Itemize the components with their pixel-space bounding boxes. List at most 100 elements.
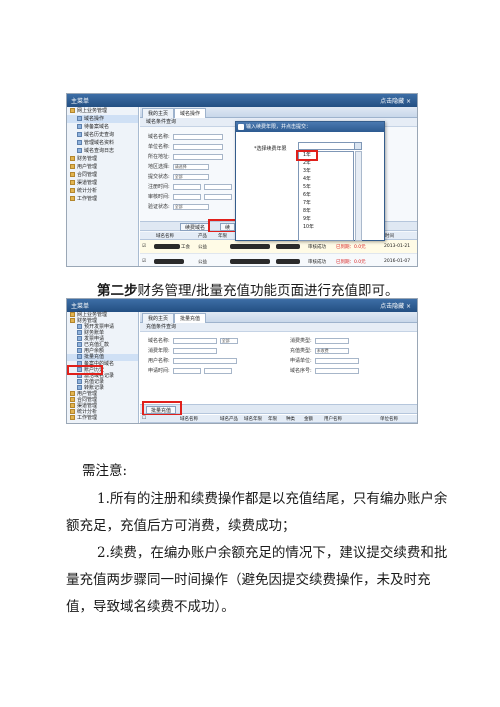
highlight-box bbox=[296, 150, 318, 161]
page-icon bbox=[77, 336, 82, 341]
redacted-mark bbox=[276, 244, 300, 249]
option-3[interactable]: 3年 bbox=[299, 168, 353, 176]
tree-item-channel[interactable]: 渠道管理 bbox=[67, 179, 138, 187]
filter-user: 用户名称: bbox=[148, 357, 237, 364]
renew-years-dialog: 输入续费年限，并点击提交： *选择续费年限 1年 2年 3年 4年 5年 6年 … bbox=[235, 121, 385, 241]
tree-item-work[interactable]: 工作管理 bbox=[67, 195, 138, 203]
filter-submit-status: 提交状态: 全部 bbox=[148, 173, 209, 180]
region-select[interactable]: 请选择 bbox=[172, 163, 209, 170]
filter-domain-no: 域名序号: bbox=[290, 367, 359, 374]
filter-unit: 单位名称: bbox=[148, 143, 223, 150]
table-row[interactable]: ☑ 公益 审核成功 已到期：0.0元 2016-01-07 bbox=[140, 255, 417, 266]
option-10[interactable]: 10年 bbox=[299, 224, 353, 232]
filter-domain: 域名名称: bbox=[148, 133, 223, 140]
sidebar-tree: 网上业务管理 域名操作 待备案域名 域名历史查询 管理域名资料 域名查询日志 财… bbox=[67, 107, 139, 266]
redacted-mark bbox=[230, 244, 270, 249]
reg-time-from[interactable] bbox=[172, 183, 201, 190]
row-checkbox[interactable]: ☑ bbox=[142, 244, 146, 249]
apply-time-from[interactable] bbox=[172, 367, 201, 374]
main-menu-title: 主菜单 bbox=[71, 303, 90, 310]
tree-item-log[interactable]: 域名查询日志 bbox=[67, 147, 138, 155]
tab-domain-op[interactable]: 域名操作 bbox=[174, 108, 207, 118]
user-input[interactable] bbox=[172, 357, 237, 364]
renew-domain-button[interactable]: 续费域名 bbox=[180, 223, 211, 231]
tree-item-pending[interactable]: 待备案域名 bbox=[67, 123, 138, 131]
apply-time-to[interactable] bbox=[203, 367, 232, 374]
hide-menu-link[interactable]: 点击隐藏 × bbox=[380, 96, 411, 105]
folder-icon bbox=[70, 409, 75, 414]
redacted-mark bbox=[276, 259, 300, 264]
main-panel: 我的主页 批量充值 充值条件查询 域名名称: 全部 消费年限: 用户名称: 申请时… bbox=[140, 312, 417, 423]
domain-type-select[interactable]: 全部 bbox=[219, 337, 238, 344]
tree-item-online[interactable]: 网上业务管理 bbox=[67, 107, 138, 115]
audit-time-to[interactable] bbox=[203, 193, 232, 200]
tree-item-history[interactable]: 域名历史查询 bbox=[67, 131, 138, 139]
tree-item-contract[interactable]: 合同管理 bbox=[67, 171, 138, 179]
filter-apply-time: 申请时间: bbox=[148, 367, 232, 374]
tab-home[interactable]: 我的主页 bbox=[142, 313, 175, 323]
page-icon bbox=[77, 354, 82, 359]
tab-batch-recharge[interactable]: 批量充值 bbox=[174, 313, 207, 323]
consume-type-select[interactable] bbox=[314, 337, 349, 344]
redacted-mark bbox=[230, 259, 270, 264]
domain-input[interactable] bbox=[172, 337, 217, 344]
submit-status-select[interactable]: 全部 bbox=[172, 173, 209, 180]
tree-item-batch-recharge[interactable]: 批量充值 bbox=[67, 354, 138, 361]
page-icon bbox=[77, 116, 82, 121]
folder-icon bbox=[70, 164, 75, 169]
header-checkbox[interactable]: ☐ bbox=[142, 416, 146, 421]
years-select[interactable] bbox=[172, 347, 217, 354]
option-4[interactable]: 4年 bbox=[299, 176, 353, 184]
filter-apply-unit: 申请单位: bbox=[290, 357, 359, 364]
option-5[interactable]: 5年 bbox=[299, 184, 353, 192]
recharge-type-select[interactable]: 未收费 bbox=[314, 347, 349, 354]
tree-item-work[interactable]: 工作管理 bbox=[67, 415, 138, 421]
dialog-title: 输入续费年限，并点击提交： bbox=[236, 122, 384, 132]
years-label: *选择续费年限 bbox=[254, 146, 287, 152]
filter-address: 所在地址: bbox=[148, 153, 223, 160]
tab-home[interactable]: 我的主页 bbox=[142, 108, 175, 118]
audit-time-from[interactable] bbox=[172, 193, 201, 200]
option-2[interactable]: 2年 bbox=[299, 160, 353, 168]
table-row[interactable]: ☑ 工会 公益 审核成功 已到期：0.0元 2013-01-21 bbox=[140, 240, 417, 254]
hide-menu-link[interactable]: 点击隐藏 × bbox=[380, 301, 411, 310]
folder-icon bbox=[70, 318, 75, 323]
step-two-text: 第二步财务管理/批量充值功能页面进行充值即可。 bbox=[97, 279, 399, 299]
page-icon bbox=[77, 124, 82, 129]
domain-no-input[interactable] bbox=[314, 367, 359, 374]
row-checkbox[interactable]: ☑ bbox=[142, 259, 146, 264]
filter-audit-time: 审核时间: bbox=[148, 193, 232, 200]
tab-bar: 我的主页 批量充值 bbox=[140, 312, 417, 323]
tab-bar: 我的主页 域名操作 bbox=[140, 107, 417, 118]
tree-item-domain-op[interactable]: 域名操作 bbox=[67, 115, 138, 123]
note-2-line-2: 量充值两步骤同一时间操作（避免因提交续费操作，未及时充 bbox=[66, 572, 431, 588]
highlight-box bbox=[142, 401, 182, 416]
redacted-mark bbox=[154, 244, 180, 249]
option-6[interactable]: 6年 bbox=[299, 192, 353, 200]
note-1-line-1: 1.所有的注册和续费操作都是以充值结尾，只有编办账户余 bbox=[97, 491, 448, 507]
option-7[interactable]: 7年 bbox=[299, 200, 353, 208]
filter-region: 地区选择: 请选择 bbox=[148, 163, 209, 170]
reg-time-to[interactable] bbox=[203, 183, 232, 190]
folder-icon bbox=[70, 403, 75, 408]
folder-icon bbox=[70, 391, 75, 396]
apply-unit-input[interactable] bbox=[314, 357, 359, 364]
note-2-line-1: 2.续费，在编办账户余额充足的情况下，建议提交续费和批 bbox=[97, 545, 448, 561]
verify-select[interactable]: 全部 bbox=[172, 203, 209, 210]
sidebar-tree: 网上业务管理 财务管理 预开发票申请 财务账单 发票申请 已充值汇款 用户余额 … bbox=[67, 312, 139, 423]
tree-item-finance[interactable]: 财务管理 bbox=[67, 155, 138, 163]
top-bar: 主菜单 点击隐藏 × bbox=[67, 94, 417, 107]
note-2-line-3: 值，导致域名续费不成功）。 bbox=[66, 599, 235, 615]
tree-item-stats[interactable]: 统计分析 bbox=[67, 187, 138, 195]
unit-input[interactable] bbox=[172, 143, 223, 150]
option-8[interactable]: 8年 bbox=[299, 208, 353, 216]
folder-icon bbox=[70, 196, 75, 201]
address-input[interactable] bbox=[172, 153, 223, 160]
tree-item-profile[interactable]: 管理域名资料 bbox=[67, 139, 138, 147]
chevron-down-icon[interactable] bbox=[354, 143, 361, 149]
dropdown-scrollbar[interactable] bbox=[355, 151, 362, 241]
domain-input[interactable] bbox=[172, 133, 223, 140]
years-select[interactable] bbox=[298, 142, 362, 150]
option-9[interactable]: 9年 bbox=[299, 216, 353, 224]
tree-item-users[interactable]: 用户管理 bbox=[67, 163, 138, 171]
